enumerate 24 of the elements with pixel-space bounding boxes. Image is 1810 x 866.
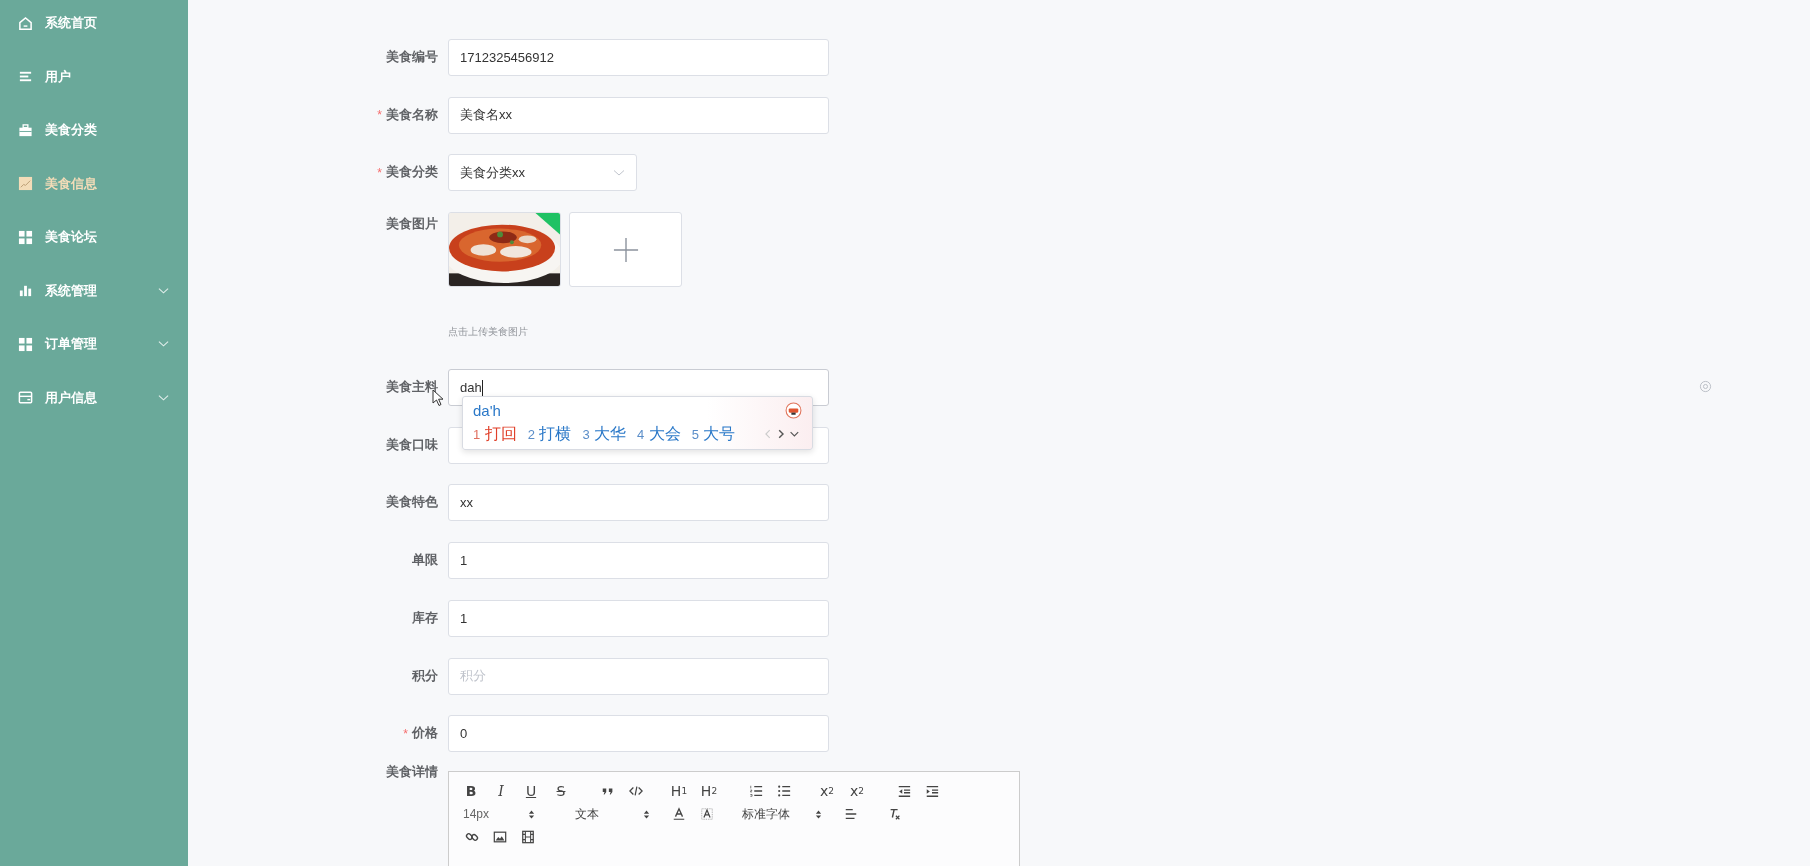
sidebar-item-label: 订单管理 <box>45 335 97 353</box>
field-label: 美食特色 <box>386 494 438 512</box>
field-label: 美食名称 <box>386 106 438 124</box>
field-label: 美食主料 <box>386 379 438 397</box>
required-asterisk: * <box>377 108 382 123</box>
sidebar-item-label: 用户 <box>45 67 71 86</box>
field-label: 美食口味 <box>386 436 438 454</box>
field-label: 美食编号 <box>386 49 438 66</box>
sidebar-item-label: 美食信息 <box>45 174 97 193</box>
field-label: 库存 <box>412 609 438 627</box>
required-asterisk: * <box>403 726 408 741</box>
field-label: 美食分类 <box>386 164 438 182</box>
sidebar-item-label: 用户信息 <box>45 388 97 407</box>
sidebar-item-label: 系统管理 <box>45 281 97 300</box>
sidebar-item-label: 美食分类 <box>45 121 97 139</box>
sidebar-item-label: 美食论坛 <box>45 228 97 246</box>
field-label: 美食图片 <box>386 215 438 233</box>
field-label: 单限 <box>412 552 438 570</box>
required-asterisk: * <box>377 165 382 180</box>
upload-hint: 点击上传美食图片 <box>448 325 529 340</box>
field-label: 美食详情 <box>386 764 438 782</box>
field-label: 积分 <box>412 667 438 685</box>
field-label: 价格 <box>412 725 438 743</box>
sidebar-item-label: 系统首页 <box>45 14 97 32</box>
